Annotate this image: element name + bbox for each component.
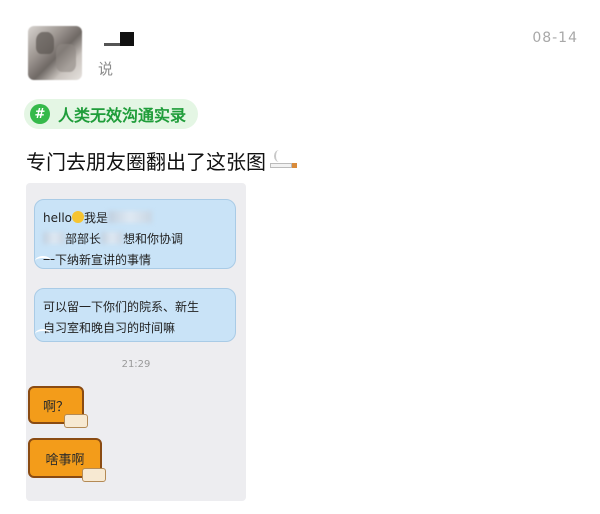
blurred-text xyxy=(108,211,153,223)
chat-bubble-1: hello 我是 部部长 想和你协调 一下纳新宣讲的事情 xyxy=(34,199,236,269)
topic-label: 人类无效沟通实录 xyxy=(58,106,187,125)
bubble2-line1: 可以留一下你们的院系、新生 xyxy=(43,300,200,314)
bubble-wave-decoration xyxy=(35,329,51,339)
bubble1-text: 部部长 xyxy=(65,232,102,246)
sticker-text: 啊？ xyxy=(42,399,69,415)
sticker-text: 啥事啊 xyxy=(45,452,85,468)
bubble2-line2: 自习室和晚自习的时间嘛 xyxy=(43,321,176,335)
scroll-decoration-icon xyxy=(82,468,106,482)
avatar[interactable] xyxy=(28,26,82,80)
bubble1-text: 想和你协调 xyxy=(123,232,184,246)
sticker-reply-2: 啥事啊 xyxy=(28,438,106,482)
face-emoji-icon xyxy=(72,211,84,223)
sticker-reply-1: 啊？ xyxy=(28,386,88,428)
post-verb: 说 xyxy=(98,60,114,78)
user-name-redacted[interactable] xyxy=(104,32,134,46)
blurred-text xyxy=(43,232,65,244)
scroll-decoration-icon xyxy=(64,414,88,428)
chat-bubble-2: 可以留一下你们的院系、新生 自习室和晚自习的时间嘛 xyxy=(34,288,236,342)
hashtag-icon: # xyxy=(30,104,50,124)
post-text-content: 专门去朋友圈翻出了这张图 xyxy=(26,150,266,174)
post-date: 08-14 xyxy=(532,30,578,46)
bubble-wave-decoration xyxy=(35,256,51,266)
post-text: 专门去朋友圈翻出了这张图 xyxy=(26,146,298,175)
chat-screenshot-image[interactable]: hello 我是 部部长 想和你协调 一下纳新宣讲的事情 可以留一下你们的院系、新生… xyxy=(26,183,246,501)
bubble1-text: 一下纳新宣讲的事情 xyxy=(43,253,152,267)
blurred-text xyxy=(101,232,124,244)
topic-tag[interactable]: # 人类无效沟通实录 xyxy=(24,99,199,129)
cigarette-emoji-icon xyxy=(268,150,298,172)
bubble1-text: hello xyxy=(43,211,72,225)
message-time: 21:29 xyxy=(121,359,151,370)
bubble1-text: 我是 xyxy=(84,211,109,225)
